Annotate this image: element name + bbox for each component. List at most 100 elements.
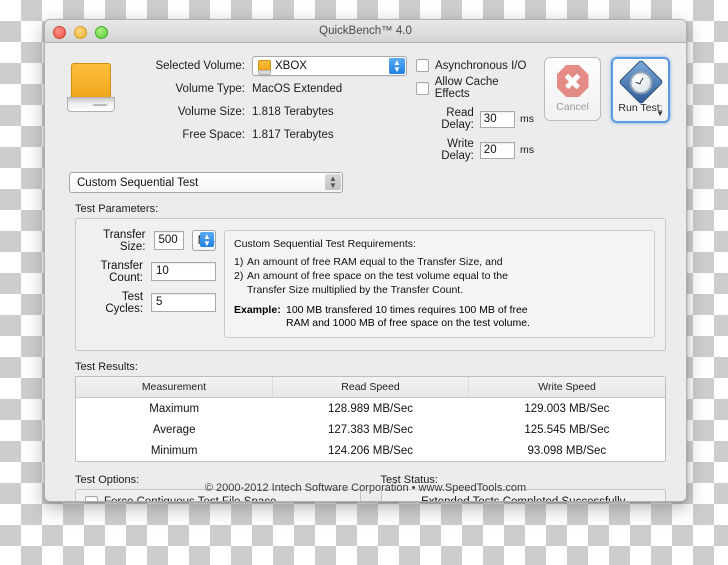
transfer-count-row: Transfer Count: 10 (86, 259, 216, 284)
requirement-2-text-cont: Transfer Size multiplied by the Transfer… (247, 284, 464, 296)
test-results-title: Test Results: (75, 361, 138, 373)
requirement-item-1: 1) An amount of free RAM equal to the Tr… (234, 256, 645, 269)
read-delay-label: Read Delay: (441, 107, 474, 131)
requirements-example: Example: 100 MB transfered 10 times requ… (234, 304, 645, 317)
async-io-checkbox[interactable] (416, 59, 429, 72)
volume-type-value: MacOS Extended (252, 82, 343, 95)
selected-volume-label: Selected Volume: (155, 59, 245, 72)
column-header-write-speed: Write Speed (468, 377, 665, 398)
requirements-panel: Custom Sequential Test Requirements: 1) … (224, 230, 655, 338)
force-contiguous-label: Force Contiguous Test File Space (104, 496, 277, 502)
selected-volume-row: Selected Volume: XBOX ▲ ▼ (129, 55, 410, 76)
status-badge: Extended Tests Completed Successfully (421, 496, 626, 502)
mini-drive-icon (258, 59, 271, 75)
cell-write-speed: 125.545 MB/Sec (468, 419, 665, 440)
free-space-row: Free Space: 1.817 Terabytes (129, 126, 410, 143)
table-row: Maximum 128.989 MB/Sec 129.003 MB/Sec (76, 397, 665, 419)
window-title: QuickBench™ 4.0 (319, 25, 412, 37)
requirement-1-number: 1) (234, 256, 244, 268)
requirements-example-label: Example: (234, 304, 281, 316)
volume-type-row: Volume Type: MacOS Extended (129, 80, 410, 97)
cell-read-speed: 124.206 MB/Sec (272, 440, 469, 461)
test-controls: Asynchronous I/O Allow Cache Effects Rea… (416, 57, 670, 162)
cache-effects-label: Allow Cache Effects (434, 76, 499, 100)
force-contiguous-checkbox[interactable] (85, 495, 98, 501)
transfer-size-input[interactable]: 500 (153, 231, 184, 250)
window-controls (53, 26, 108, 39)
volume-select-value: XBOX (275, 59, 307, 72)
read-delay-input[interactable]: 30 (479, 110, 515, 128)
read-delay-row: Read Delay: 30 ms (416, 107, 534, 131)
test-parameters-group: Test Parameters: Transfer Size: 500 MB ▲… (75, 203, 666, 351)
transfer-size-row: Transfer Size: 500 MB ▲▼ (86, 228, 216, 253)
cell-measurement: Maximum (76, 397, 273, 419)
requirement-item-2: 2) An amount of free space on the test v… (234, 270, 645, 283)
volume-section: Selected Volume: XBOX ▲ ▼ Volume Type: Ma… (45, 43, 686, 168)
table-row: Minimum 124.206 MB/Sec 93.098 MB/Sec (76, 440, 665, 461)
cell-read-speed: 128.989 MB/Sec (272, 397, 469, 419)
test-cycles-input[interactable]: 5 (151, 293, 216, 312)
table-row: Average 127.383 MB/Sec 125.545 MB/Sec (76, 419, 665, 440)
test-type-value: Custom Sequential Test (77, 176, 199, 189)
requirement-item-2-cont: Transfer Size multiplied by the Transfer… (234, 284, 645, 297)
transfer-size-unit-select[interactable]: MB ▲▼ (191, 230, 216, 251)
volume-select[interactable]: XBOX ▲ ▼ (252, 55, 407, 76)
chevron-updown-icon[interactable]: ▲ ▼ (389, 57, 405, 74)
column-header-measurement: Measurement (76, 377, 273, 398)
test-cycles-label: Test Cycles: (105, 290, 144, 315)
cancel-button-label: Cancel (556, 101, 589, 113)
cell-read-speed: 127.383 MB/Sec (272, 419, 469, 440)
requirements-example-text: 100 MB transfered 10 times requires 100 … (286, 304, 528, 316)
transfer-size-label: Transfer Size: (103, 228, 146, 253)
volume-size-row: Volume Size: 1.818 Terabytes (129, 103, 410, 120)
table-header-row: Measurement Read Speed Write Speed (76, 377, 665, 398)
zoom-button[interactable] (95, 26, 108, 39)
test-type-select[interactable]: Custom Sequential Test ▲ ▼ (69, 172, 343, 193)
write-delay-unit: ms (520, 144, 534, 156)
copyright-footer: © 2000-2012 Intech Software Corporation … (204, 482, 527, 494)
test-results-group: Test Results: Measurement Read Speed Wri… (75, 361, 666, 462)
application-window: QuickBench™ 4.0 Selected Volume: XBOX ▲ ▼ (44, 19, 687, 502)
close-button[interactable] (53, 26, 66, 39)
io-options: Asynchronous I/O Allow Cache Effects Rea… (416, 57, 534, 162)
column-header-read-speed: Read Speed (272, 377, 470, 398)
free-space-value: 1.817 Terabytes (252, 128, 334, 141)
transfer-count-input[interactable]: 10 (151, 262, 216, 281)
test-cycles-row: Test Cycles: 5 (86, 290, 216, 315)
test-parameters-title: Test Parameters: (75, 203, 159, 215)
transfer-count-label: Transfer Count: (100, 259, 144, 284)
volume-size-label: Volume Size: (177, 105, 245, 118)
cancel-button[interactable]: Cancel (544, 57, 601, 121)
cell-write-speed: 129.003 MB/Sec (468, 397, 665, 419)
volume-info: Selected Volume: XBOX ▲ ▼ Volume Type: Ma… (129, 55, 410, 162)
async-io-label: Asynchronous I/O (435, 59, 527, 72)
test-type-section: Custom Sequential Test ▲ ▼ (45, 168, 686, 193)
parameter-fields: Transfer Size: 500 MB ▲▼ Transfer Count:… (86, 228, 216, 338)
minimize-button[interactable] (74, 26, 87, 39)
requirement-2-number: 2) (234, 270, 244, 282)
force-contiguous-row[interactable]: Force Contiguous Test File Space (85, 495, 277, 502)
requirements-example-text-cont: RAM and 1000 MB of free space on the tes… (286, 317, 530, 329)
volume-type-label: Volume Type: (175, 82, 245, 95)
free-space-label: Free Space: (182, 128, 245, 141)
cache-effects-checkbox[interactable] (416, 81, 429, 95)
write-delay-input[interactable]: 20 (479, 141, 515, 159)
window-titlebar: QuickBench™ 4.0 (45, 20, 686, 43)
cell-write-speed: 93.098 MB/Sec (468, 440, 665, 461)
run-test-button[interactable]: Run Test: ▼ (611, 57, 670, 123)
write-delay-row: Write Delay: 20 ms (416, 138, 534, 162)
requirement-1-text: An amount of free RAM equal to the Trans… (247, 256, 503, 268)
chevron-down-icon[interactable]: ▼ (656, 109, 664, 118)
window-content: Selected Volume: XBOX ▲ ▼ Volume Type: Ma… (45, 43, 686, 502)
requirement-2-text: An amount of free space on the test volu… (247, 270, 508, 282)
stopwatch-icon (617, 59, 664, 105)
cancel-octagon-icon (556, 65, 589, 97)
chevron-updown-icon[interactable]: ▲ ▼ (200, 232, 214, 247)
cache-effects-row[interactable]: Allow Cache Effects (416, 76, 534, 100)
write-delay-label: Write Delay: (441, 138, 474, 162)
chevron-updown-icon[interactable]: ▲ ▼ (325, 174, 341, 190)
cell-measurement: Average (76, 419, 273, 440)
read-delay-unit: ms (520, 113, 534, 125)
volume-size-value: 1.818 Terabytes (252, 105, 334, 118)
async-io-row[interactable]: Asynchronous I/O (416, 59, 534, 72)
